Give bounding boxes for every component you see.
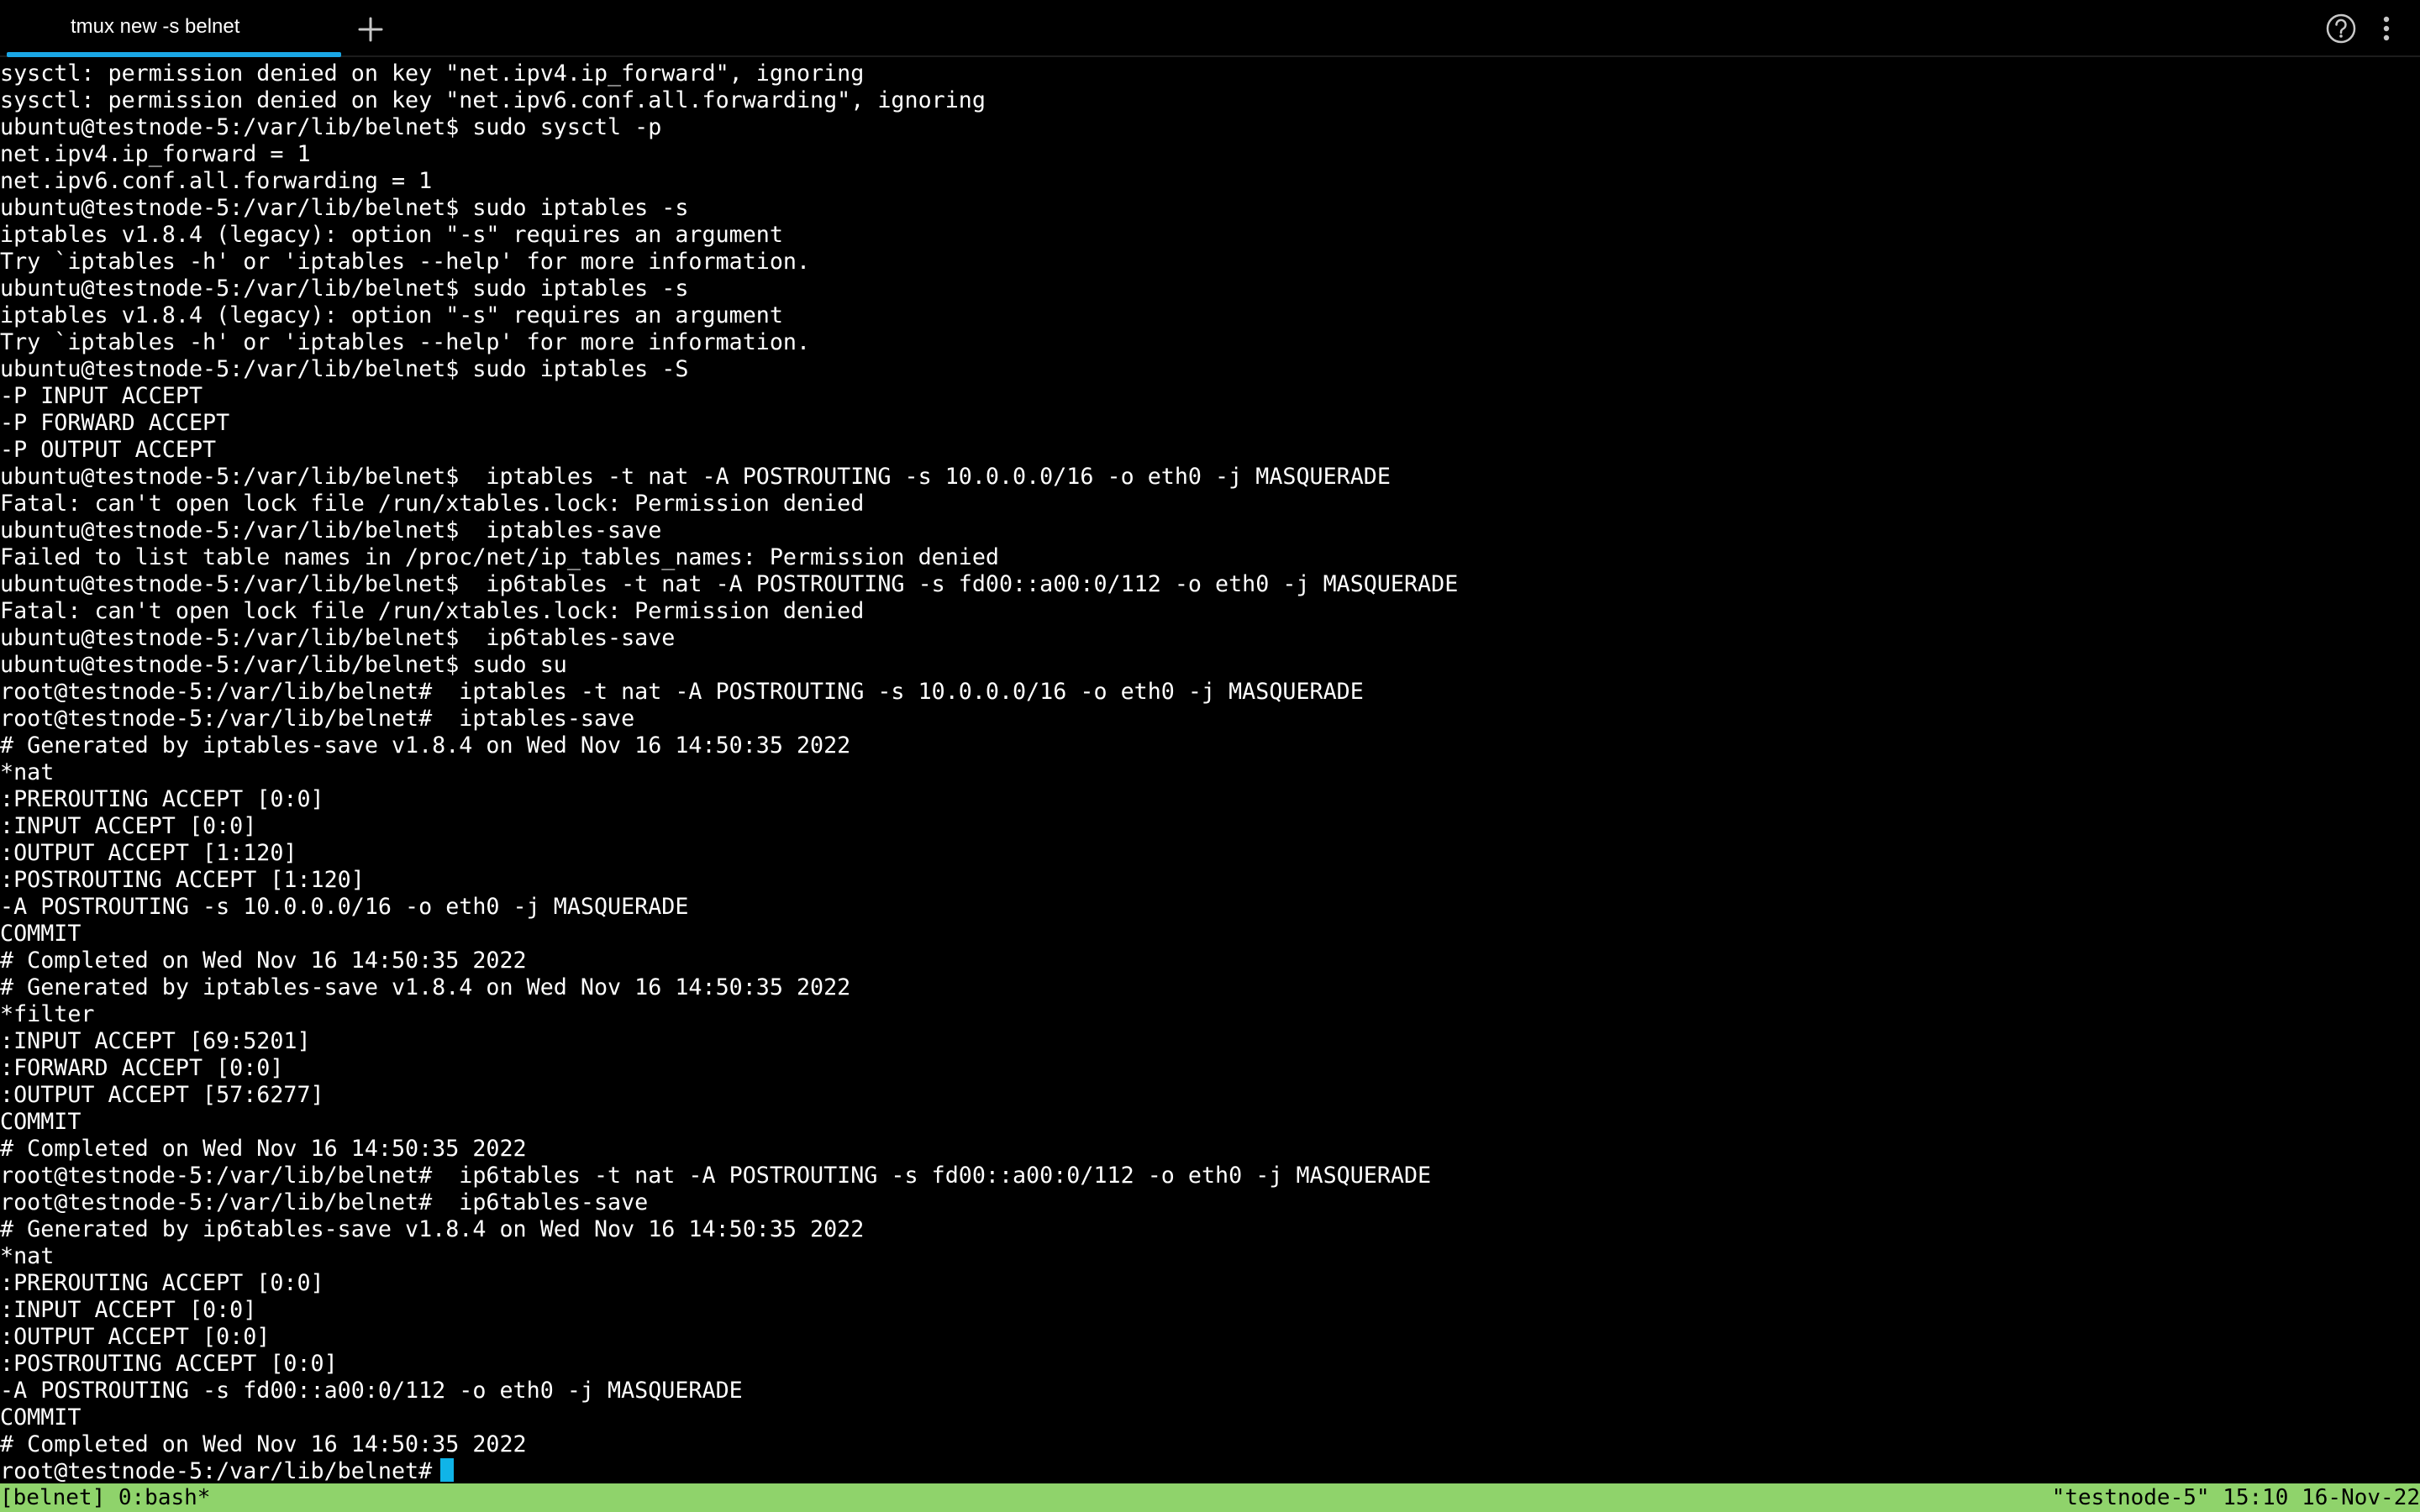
terminal-line: COMMIT: [0, 1404, 82, 1431]
terminal-line: Try `iptables -h' or 'iptables --help' f…: [0, 329, 811, 355]
terminal-line: ubuntu@testnode-5:/var/lib/belnet$ sudo …: [0, 652, 567, 678]
terminal-line: # Completed on Wed Nov 16 14:50:35 2022: [0, 1431, 527, 1457]
tab-bar: tmux new -s belnet: [0, 0, 2420, 57]
terminal-line: :INPUT ACCEPT [0:0]: [0, 1297, 257, 1323]
terminal-line: :PREROUTING ACCEPT [0:0]: [0, 786, 324, 812]
terminal-line: sysctl: permission denied on key "net.ip…: [0, 87, 986, 113]
tab-tmux-session[interactable]: tmux new -s belnet: [0, 0, 341, 57]
terminal-line: Try `iptables -h' or 'iptables --help' f…: [0, 249, 811, 275]
terminal-line: *nat: [0, 1243, 55, 1269]
terminal-line: Fatal: can't open lock file /run/xtables…: [0, 598, 865, 624]
status-session-window: [belnet] 0:bash*: [0, 1485, 211, 1510]
terminal-line: root@testnode-5:/var/lib/belnet# iptable…: [0, 706, 635, 732]
status-host-time: "testnode-5" 15:10 16-Nov-22: [2051, 1485, 2420, 1510]
more-vertical-icon: [2383, 16, 2390, 41]
terminal-line: :POSTROUTING ACCEPT [0:0]: [0, 1351, 338, 1377]
terminal-line: # Generated by iptables-save v1.8.4 on W…: [0, 974, 851, 1000]
terminal-line: :POSTROUTING ACCEPT [1:120]: [0, 867, 365, 893]
terminal-line: :FORWARD ACCEPT [0:0]: [0, 1055, 284, 1081]
terminal-line: Fatal: can't open lock file /run/xtables…: [0, 491, 865, 517]
terminal-line: ubuntu@testnode-5:/var/lib/belnet$ sudo …: [0, 195, 689, 221]
terminal-line: COMMIT: [0, 921, 82, 947]
terminal-line: iptables v1.8.4 (legacy): option "-s" re…: [0, 222, 783, 248]
terminal-line: # Completed on Wed Nov 16 14:50:35 2022: [0, 1136, 527, 1162]
shell-prompt: root@testnode-5:/var/lib/belnet#: [0, 1458, 433, 1483]
terminal-line: ubuntu@testnode-5:/var/lib/belnet$ ip6ta…: [0, 571, 1459, 597]
terminal-line: :OUTPUT ACCEPT [0:0]: [0, 1324, 271, 1350]
terminal-line: # Generated by iptables-save v1.8.4 on W…: [0, 732, 851, 759]
terminal-line: iptables v1.8.4 (legacy): option "-s" re…: [0, 302, 783, 328]
terminal-line: *filter: [0, 1001, 95, 1027]
terminal-line: ubuntu@testnode-5:/var/lib/belnet$ iptab…: [0, 464, 1391, 490]
text-cursor: [440, 1458, 455, 1482]
terminal-line: -P INPUT ACCEPT: [0, 383, 203, 409]
terminal-line: -P FORWARD ACCEPT: [0, 410, 230, 436]
terminal-line: # Generated by ip6tables-save v1.8.4 on …: [0, 1216, 865, 1242]
plus-icon: [358, 17, 383, 42]
terminal-line: -A POSTROUTING -s fd00::a00:0/112 -o eth…: [0, 1378, 743, 1404]
terminal-line: :PREROUTING ACCEPT [0:0]: [0, 1270, 324, 1296]
new-tab-button[interactable]: [353, 12, 388, 47]
terminal-line: ubuntu@testnode-5:/var/lib/belnet$ ip6ta…: [0, 625, 676, 651]
app-window: tmux new -s belnet sysctl: permission de…: [0, 0, 2420, 1512]
terminal-line: *nat: [0, 759, 55, 785]
terminal-line: -P OUTPUT ACCEPT: [0, 437, 217, 463]
terminal-line: ubuntu@testnode-5:/var/lib/belnet$ sudo …: [0, 356, 689, 382]
terminal-line: COMMIT: [0, 1109, 82, 1135]
more-menu-button[interactable]: [2375, 12, 2398, 45]
terminal-line: root@testnode-5:/var/lib/belnet# ip6tabl…: [0, 1163, 1432, 1189]
terminal-line: Failed to list table names in /proc/net/…: [0, 544, 999, 570]
terminal-line: # Completed on Wed Nov 16 14:50:35 2022: [0, 948, 527, 974]
terminal-line: sysctl: permission denied on key "net.ip…: [0, 60, 865, 87]
terminal-line: :OUTPUT ACCEPT [1:120]: [0, 840, 297, 866]
terminal-line: :OUTPUT ACCEPT [57:6277]: [0, 1082, 324, 1108]
terminal-line: root@testnode-5:/var/lib/belnet# iptable…: [0, 679, 1364, 705]
terminal-line: ubuntu@testnode-5:/var/lib/belnet$ sudo …: [0, 114, 662, 140]
terminal-prompt-line[interactable]: root@testnode-5:/var/lib/belnet#: [0, 1458, 455, 1483]
terminal-line: -A POSTROUTING -s 10.0.0.0/16 -o eth0 -j…: [0, 894, 689, 920]
terminal-line: net.ipv4.ip_forward = 1: [0, 141, 311, 167]
terminal-output[interactable]: sysctl: permission denied on key "net.ip…: [0, 57, 2420, 1483]
terminal-line: :INPUT ACCEPT [0:0]: [0, 813, 257, 839]
terminal-line: :INPUT ACCEPT [69:5201]: [0, 1028, 311, 1054]
help-button[interactable]: [2324, 12, 2358, 45]
terminal-line: root@testnode-5:/var/lib/belnet# ip6tabl…: [0, 1189, 649, 1215]
terminal-line: net.ipv6.conf.all.forwarding = 1: [0, 168, 433, 194]
help-circle-icon: [2326, 13, 2356, 44]
terminal-line: ubuntu@testnode-5:/var/lib/belnet$ iptab…: [0, 517, 662, 543]
tmux-status-bar: [belnet] 0:bash* "testnode-5" 15:10 16-N…: [0, 1483, 2420, 1512]
tab-title: tmux new -s belnet: [71, 15, 240, 38]
terminal-line: ubuntu@testnode-5:/var/lib/belnet$ sudo …: [0, 276, 689, 302]
